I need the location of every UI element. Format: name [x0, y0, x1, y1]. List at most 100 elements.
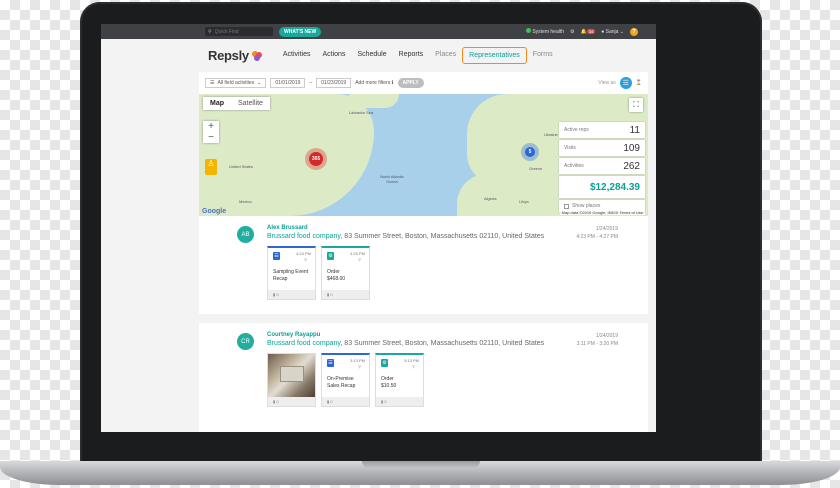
stat-active-reps: Active reps 11: [559, 122, 645, 138]
quick-find-input[interactable]: [214, 28, 265, 35]
view-as: View as ☰ ⌛: [598, 77, 642, 89]
street-view-icon[interactable]: ♙: [205, 159, 217, 175]
fullscreen-icon[interactable]: ⛶: [629, 98, 643, 112]
place-link[interactable]: Brussard food company: [267, 233, 340, 240]
app-screen: ⚲ WHAT'S NEW System health ⚙ 🔔34 ● Sanja…: [101, 24, 656, 432]
help-icon[interactable]: ?: [630, 27, 638, 36]
map-cluster-europe[interactable]: 5: [525, 147, 535, 157]
date-to-field[interactable]: 01/23/2019: [316, 78, 352, 88]
avatar: AB: [237, 226, 254, 243]
whats-new-button[interactable]: WHAT'S NEW: [279, 26, 322, 37]
photo-thumbnail[interactable]: [268, 354, 315, 397]
stat-activities: Activities 262: [559, 158, 645, 174]
map-label-us: United States: [229, 164, 254, 169]
form-tile[interactable]: ☰ 4:24 PM ⚲ Sampling Event Recap ▮ 0: [267, 246, 316, 300]
nav-reports[interactable]: Reports: [393, 47, 430, 64]
info-icon: ℹ: [391, 80, 394, 86]
location-pin-icon: ⚲: [412, 364, 415, 369]
order-tile[interactable]: ⚙ 4:25 PM ⚲ Order $468.00 ▮ 0: [321, 246, 370, 300]
filter-bar: ☰ All field activities ⌄ 01/01/2019 – 01…: [199, 72, 648, 94]
order-icon: ⚙: [381, 359, 388, 367]
activity-date: 1/24/2019 4:23 PM - 4:27 PM: [576, 226, 618, 240]
user-menu[interactable]: ● Sanja ⌄: [601, 29, 624, 35]
zoom-control: + −: [203, 121, 219, 143]
satellite-tab[interactable]: Satellite: [231, 97, 270, 110]
tile-comments[interactable]: ▮ 0: [268, 397, 315, 406]
stat-visits: Visits 109: [559, 140, 645, 156]
map-label-mexico: Mexico: [239, 199, 252, 204]
map[interactable]: Map Satellite + − ♙ ⛶ Labrador Sea Unite…: [199, 94, 648, 216]
list-view-icon[interactable]: ☰: [619, 77, 632, 89]
apply-button[interactable]: APPLY: [397, 78, 424, 88]
map-credit[interactable]: Map data ©2019 Google, INEGI Terms of Us…: [559, 210, 645, 215]
system-health[interactable]: System health: [525, 28, 564, 35]
form-icon: ☰: [273, 252, 280, 260]
logo[interactable]: Repsly: [208, 48, 263, 63]
comment-icon: ▮: [327, 292, 330, 297]
activity-card[interactable]: AB Alex Brussard Brussard food company, …: [199, 216, 648, 314]
notification-badge: 34: [586, 28, 596, 34]
nav-schedule[interactable]: Schedule: [351, 47, 392, 64]
location-pin-icon: ⚲: [358, 257, 361, 262]
show-places-checkbox[interactable]: [564, 203, 569, 209]
user-avatar-icon: ●: [601, 28, 605, 35]
map-label-algeria: Algeria: [484, 196, 497, 201]
order-icon: ⚙: [327, 252, 334, 260]
tile-comments[interactable]: ▮ 0: [376, 397, 423, 406]
nav-representatives[interactable]: Representatives: [462, 47, 527, 64]
activity-date: 1/24/2019 3:11 PM - 3:20 PM: [576, 333, 618, 347]
place-address: , 83 Summer Street, Boston, Massachusett…: [340, 233, 545, 240]
place-address: , 83 Summer Street, Boston, Massachusett…: [340, 340, 545, 347]
map-label-labrador: Labrador Sea: [349, 110, 374, 115]
zoom-out-button[interactable]: −: [203, 132, 219, 143]
rep-name[interactable]: Courtney Rayappu: [267, 332, 320, 338]
status-dot-icon: [525, 28, 531, 33]
activity-type-select[interactable]: ☰ All field activities ⌄: [205, 78, 267, 88]
rep-name[interactable]: Alex Brussard: [267, 225, 308, 231]
land-north-america: [199, 94, 374, 216]
location-pin-icon: ⚲: [358, 364, 361, 369]
date-from-field[interactable]: 01/01/2019: [270, 78, 306, 88]
nav-places[interactable]: Places: [429, 47, 462, 64]
land-greenland: [349, 94, 399, 108]
nav-actions[interactable]: Actions: [316, 47, 351, 64]
notifications[interactable]: 🔔 34: [581, 28, 596, 35]
zoom-in-button[interactable]: +: [203, 121, 219, 132]
map-cluster-north-america[interactable]: 365: [309, 152, 323, 166]
location-pin-icon: ⚲: [304, 257, 307, 262]
comment-icon: ▮: [273, 292, 276, 297]
nav-activities[interactable]: Activities: [277, 47, 317, 64]
map-label-libya: Libya: [519, 199, 529, 204]
nav-items: Activities Actions Schedule Reports Plac…: [277, 47, 559, 64]
form-tile[interactable]: ☰ 3:13 PM ⚲ On-Premise Sales Recap ▮ 0: [321, 353, 370, 407]
logo-mark-icon: [251, 50, 262, 61]
nav-forms[interactable]: Forms: [527, 47, 559, 64]
activity-tiles: ☰ 4:24 PM ⚲ Sampling Event Recap ▮ 0 ⚙ 4…: [267, 246, 370, 300]
map-label-ukraine: Ukraine: [544, 132, 558, 137]
chevron-down-icon: ⌄: [257, 80, 262, 86]
google-logo: Google: [202, 208, 227, 215]
card-gap: [199, 314, 648, 323]
activity-card[interactable]: CR Courtney Rayappu Brussard food compan…: [199, 323, 648, 421]
gear-icon[interactable]: ⚙: [570, 29, 574, 35]
logo-text: Repsly: [208, 48, 249, 63]
map-tab[interactable]: Map: [203, 97, 231, 110]
photo-tile[interactable]: ▮ 0: [267, 353, 316, 407]
chevron-down-icon: ⌄: [619, 28, 624, 35]
map-type-toggle: Map Satellite: [203, 97, 270, 110]
place-line: Brussard food company, 83 Summer Street,…: [267, 340, 544, 347]
tile-comments[interactable]: ▮ 0: [322, 290, 369, 299]
main-nav: Repsly Activities Actions Schedule Repor…: [101, 39, 656, 72]
quick-find[interactable]: ⚲: [205, 27, 273, 36]
search-icon: ⚲: [208, 28, 212, 35]
add-filters-link[interactable]: Add more filters ℹ: [355, 80, 393, 86]
order-tile[interactable]: ⚙ 3:13 PM ⚲ Order $10.50 ▮ 0: [375, 353, 424, 407]
hourglass-icon[interactable]: ⌛: [636, 80, 642, 86]
map-label-ocean: North Atlantic Ocean: [380, 174, 404, 184]
comment-icon: ▮: [381, 399, 384, 404]
place-link[interactable]: Brussard food company: [267, 340, 340, 347]
tile-comments[interactable]: ▮ 0: [322, 397, 369, 406]
tile-comments[interactable]: ▮ 0: [268, 290, 315, 299]
list-icon: ☰: [210, 80, 215, 86]
comment-icon: ▮: [273, 399, 276, 404]
